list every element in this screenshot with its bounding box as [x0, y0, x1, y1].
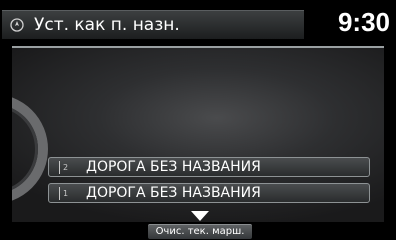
page-title: Уст. как п. назн. [34, 15, 180, 35]
clear-route-button[interactable]: Очис. тек. марш. [148, 224, 252, 239]
route-item-2[interactable]: 2 ДОРОГА БЕЗ НАЗВАНИЯ [48, 157, 370, 177]
chevron-down-icon[interactable] [191, 211, 209, 221]
map-top-divider [12, 46, 384, 48]
clock: 9:30 [337, 7, 390, 37]
title-bar: Уст. как п. назн. [2, 10, 304, 39]
compass-icon [10, 18, 24, 32]
route-item-1[interactable]: 1 ДОРОГА БЕЗ НАЗВАНИЯ [48, 183, 370, 203]
header-bar: Уст. как п. назн. 9:30 [0, 0, 396, 44]
route-label: ДОРОГА БЕЗ НАЗВАНИЯ [86, 185, 261, 201]
route-number: 1 [59, 187, 68, 200]
route-label: ДОРОГА БЕЗ НАЗВАНИЯ [86, 159, 261, 175]
route-number: 2 [59, 161, 68, 174]
